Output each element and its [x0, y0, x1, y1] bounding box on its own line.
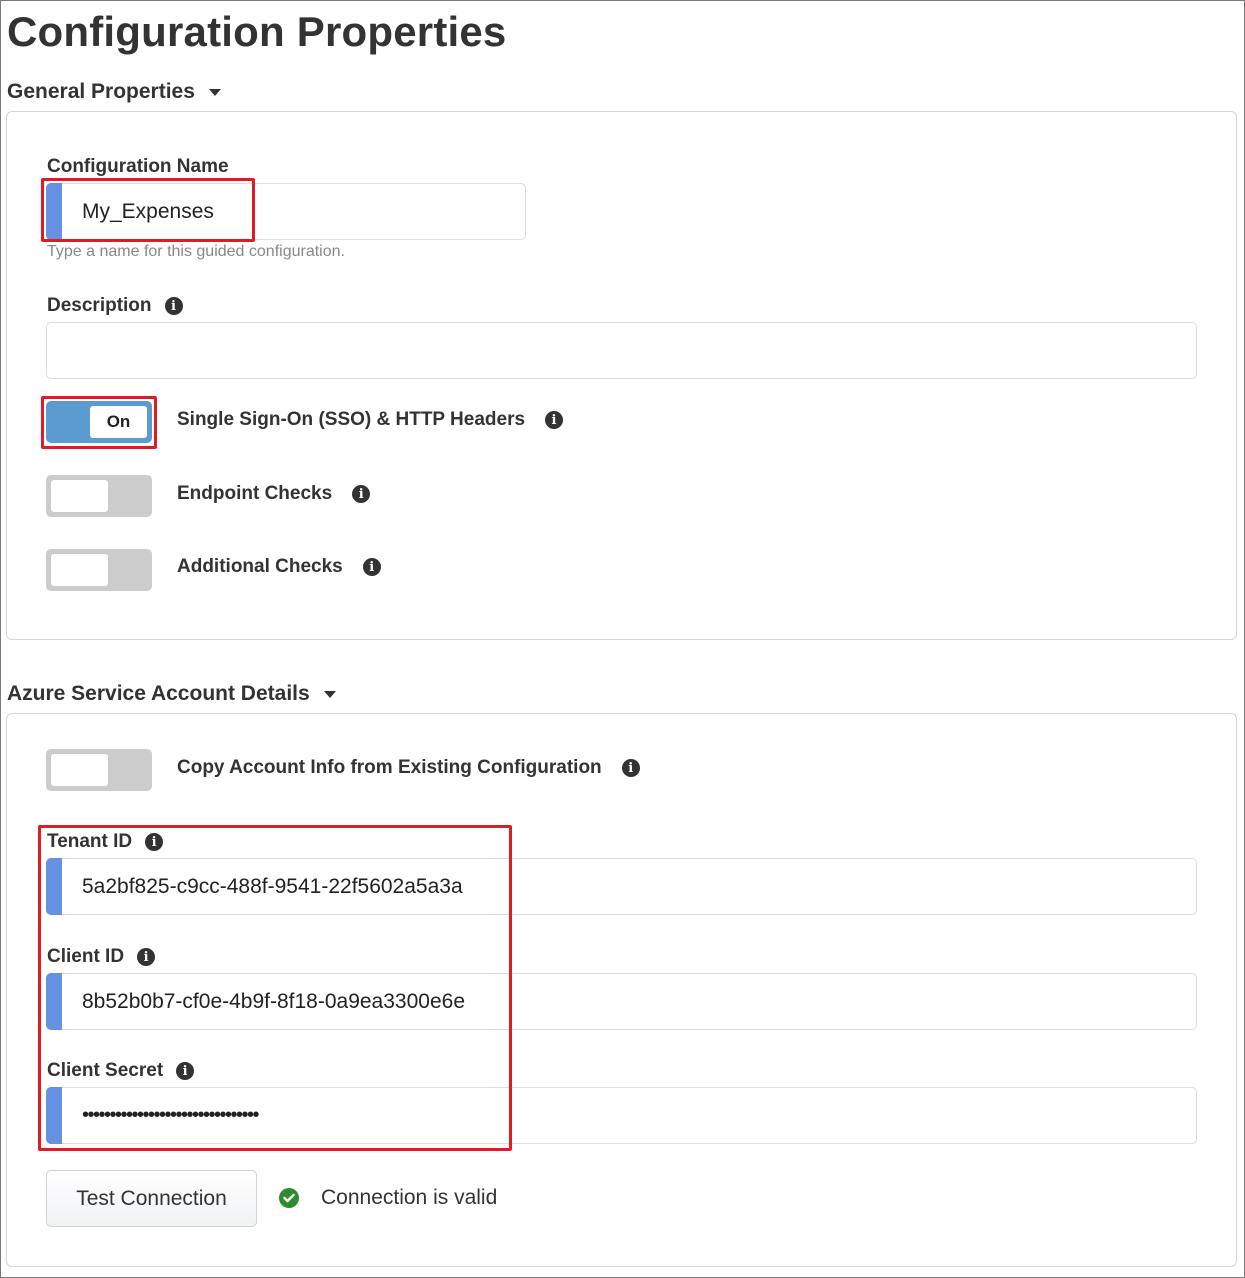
info-icon[interactable]: i [362, 558, 381, 576]
info-icon[interactable]: i [137, 948, 156, 966]
client-secret-label-text: Client Secret [47, 1060, 164, 1081]
required-indicator [46, 858, 62, 915]
endpoint-checks-label: Endpoint Checks i [177, 483, 371, 505]
toggle-knob [51, 480, 108, 512]
copy-account-label: Copy Account Info from Existing Configur… [177, 757, 640, 779]
sso-label: Single Sign-On (SSO) & HTTP Headers i [177, 409, 564, 431]
tenant-id-value: 5a2bf825-c9cc-488f-9541-22f5602a5a3a [82, 874, 463, 898]
info-icon[interactable]: i [176, 1062, 195, 1080]
description-label: Description i [47, 295, 183, 317]
client-secret-input[interactable]: •••••••••••••••••••••••••••••••• [46, 1087, 1197, 1144]
additional-checks-toggle[interactable] [46, 549, 152, 591]
general-properties-title: General Properties [7, 80, 195, 103]
sso-label-text: Single Sign-On (SSO) & HTTP Headers [177, 409, 526, 430]
info-icon[interactable]: i [621, 759, 640, 777]
info-icon[interactable]: i [145, 833, 164, 851]
caret-down-icon [323, 690, 336, 698]
client-secret-value: •••••••••••••••••••••••••••••••• [82, 1104, 260, 1126]
required-indicator [46, 1087, 62, 1144]
toggle-knob [51, 554, 108, 586]
required-indicator [46, 973, 62, 1030]
page-title: Configuration Properties [7, 8, 507, 55]
sso-toggle[interactable]: On [46, 401, 152, 443]
configuration-name-label: Configuration Name [47, 156, 229, 178]
azure-account-title: Azure Service Account Details [7, 682, 310, 705]
additional-checks-label: Additional Checks i [177, 556, 381, 578]
connection-status-text: Connection is valid [321, 1186, 498, 1209]
info-icon[interactable]: i [545, 411, 564, 429]
configuration-name-input[interactable]: My_Expenses [46, 183, 526, 240]
required-indicator [46, 183, 62, 240]
info-icon[interactable]: i [164, 297, 183, 315]
toggle-knob: On [90, 406, 147, 438]
description-label-text: Description [47, 295, 152, 316]
tenant-id-label: Tenant ID i [47, 831, 164, 853]
client-id-label: Client ID i [47, 946, 156, 968]
configuration-name-value: My_Expenses [82, 199, 214, 223]
client-secret-label: Client Secret i [47, 1060, 195, 1082]
connection-status: Connection is valid [279, 1186, 497, 1210]
description-input[interactable] [46, 322, 1197, 379]
caret-down-icon [208, 88, 221, 96]
configuration-name-helper: Type a name for this guided configuratio… [47, 243, 345, 260]
info-icon[interactable]: i [352, 485, 371, 503]
endpoint-checks-label-text: Endpoint Checks [177, 483, 333, 504]
toggle-knob [51, 754, 108, 786]
additional-checks-label-text: Additional Checks [177, 556, 343, 577]
tenant-id-input[interactable]: 5a2bf825-c9cc-488f-9541-22f5602a5a3a [46, 858, 1197, 915]
copy-account-toggle[interactable] [46, 749, 152, 791]
tenant-id-label-text: Tenant ID [47, 831, 133, 852]
copy-account-label-text: Copy Account Info from Existing Configur… [177, 757, 602, 778]
azure-account-header[interactable]: Azure Service Account Details [7, 682, 336, 706]
test-connection-button[interactable]: Test Connection [46, 1170, 257, 1227]
client-id-input[interactable]: 8b52b0b7-cf0e-4b9f-8f18-0a9ea3300e6e [46, 973, 1197, 1030]
client-id-label-text: Client ID [47, 946, 125, 967]
general-properties-header[interactable]: General Properties [7, 80, 221, 104]
configuration-name-label-text: Configuration Name [47, 156, 229, 177]
check-circle-icon [279, 1188, 299, 1208]
client-id-value: 8b52b0b7-cf0e-4b9f-8f18-0a9ea3300e6e [82, 989, 465, 1013]
endpoint-checks-toggle[interactable] [46, 475, 152, 517]
